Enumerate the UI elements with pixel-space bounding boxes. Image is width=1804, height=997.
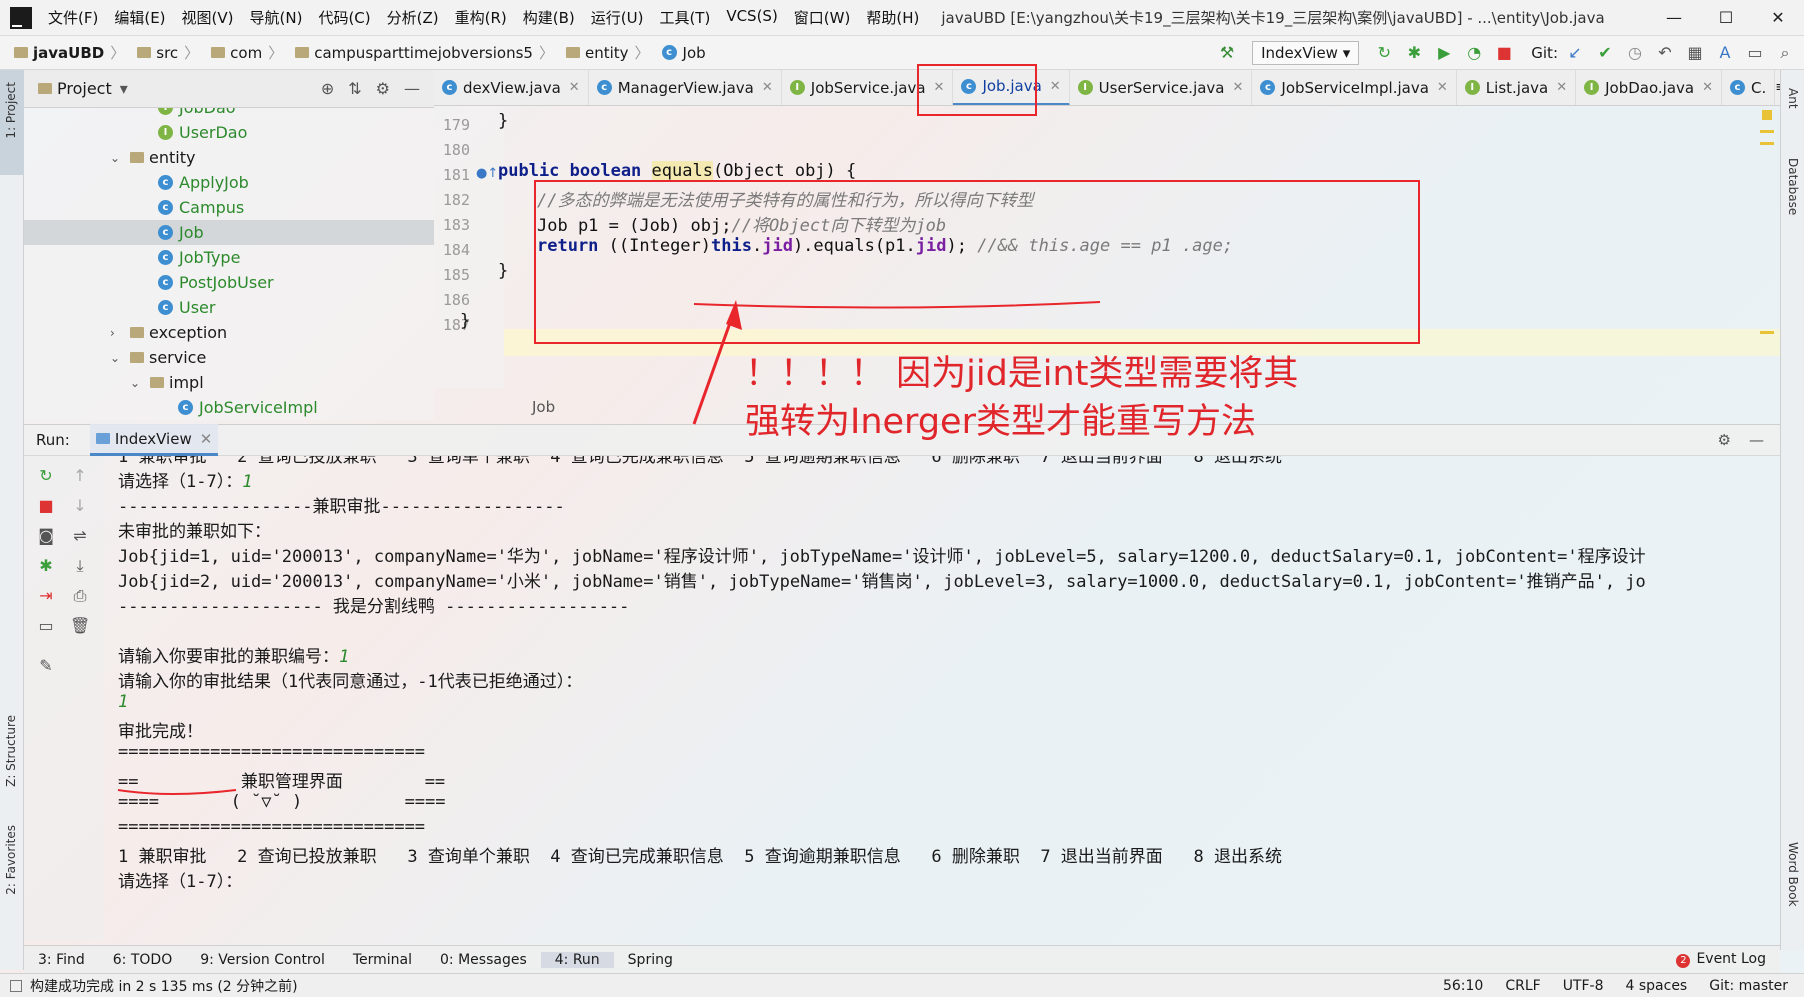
annotation-note-line2: 强转为Inerger类型才能重写方法 [745,402,1256,442]
annotation-arrow [117,300,1101,795]
annotation-note: ！！！！ 因为jid是int类型需要将其 强转为Inerger类型才能重写方法 [745,350,1298,446]
annotation-note-line1: ！！！！ 因为jid是int类型需要将其 [745,354,1299,394]
